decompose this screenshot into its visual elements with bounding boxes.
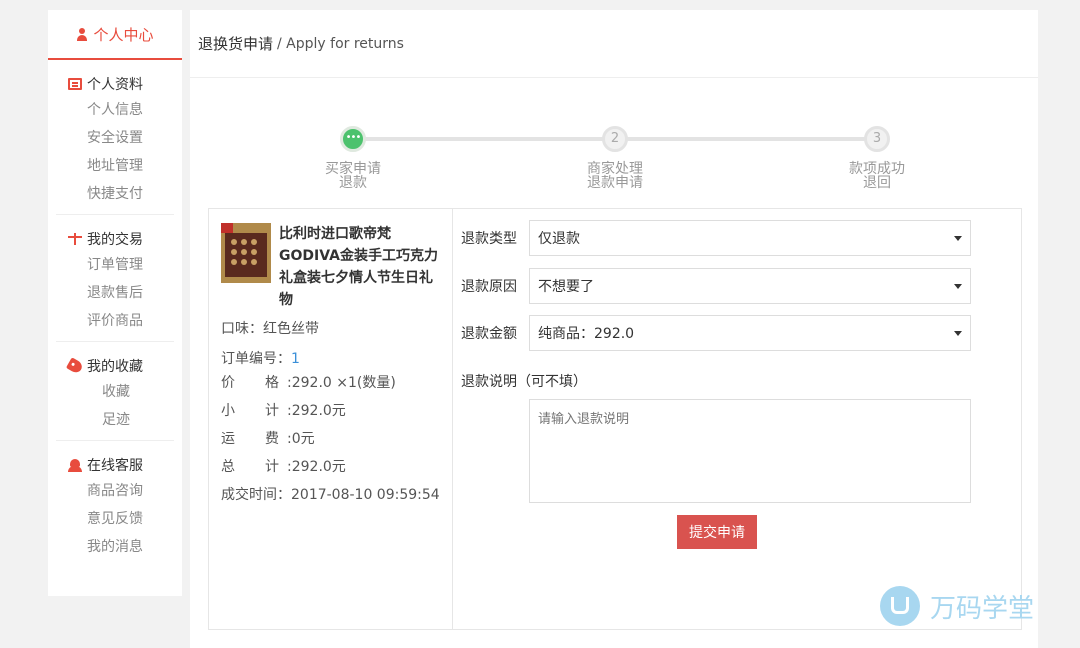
refund-amount-select[interactable]: 纯商品：292.0 bbox=[529, 315, 971, 351]
chevron-down-icon bbox=[954, 330, 962, 336]
kv-key: 格 bbox=[265, 375, 279, 391]
step-connector bbox=[615, 137, 877, 141]
sidebar-group-label: 我的收藏 bbox=[87, 359, 143, 375]
sidebar-group-favorites: 我的收藏 收藏 足迹 bbox=[56, 342, 174, 441]
chevron-down-icon bbox=[954, 283, 962, 289]
shipping-row: 运 费 :0元 bbox=[221, 425, 452, 453]
kv-value: :292.0元 bbox=[287, 459, 346, 475]
product-thumbnail[interactable] bbox=[221, 223, 271, 283]
refund-panel: 比利时进口歌帝梵GODIVA金装手工巧克力礼盒装七夕情人节生日礼物 口味：红色丝… bbox=[208, 208, 1022, 630]
sidebar-group-label: 在线客服 bbox=[87, 458, 143, 474]
order-summary: 比利时进口歌帝梵GODIVA金装手工巧克力礼盒装七夕情人节生日礼物 口味：红色丝… bbox=[209, 209, 453, 629]
sidebar-group-label: 个人资料 bbox=[87, 77, 143, 93]
sidebar-group-title[interactable]: 在线客服 bbox=[56, 453, 174, 477]
sidebar-group-trade: 我的交易 订单管理 退款售后 评价商品 bbox=[56, 215, 174, 342]
kv-value: :0元 bbox=[287, 431, 315, 447]
product-flavor: 口味：红色丝带 bbox=[221, 321, 319, 337]
refund-type-label: 退款类型 bbox=[461, 231, 517, 247]
watermark-logo-icon bbox=[880, 586, 920, 626]
sidebar-group-service: 在线客服 商品咨询 意见反馈 我的消息 bbox=[56, 441, 174, 567]
watermark: 万码学堂 bbox=[880, 586, 1034, 626]
watermark-text: 万码学堂 bbox=[930, 593, 1035, 624]
page-title: 退换货申请 / Apply for returns bbox=[190, 10, 1038, 78]
refund-type-select[interactable]: 仅退款 bbox=[529, 220, 971, 256]
sidebar-group-label: 我的交易 bbox=[87, 232, 143, 248]
refund-amount-label: 退款金额 bbox=[461, 326, 517, 342]
step-label-1: 买家申请 退款 bbox=[308, 162, 398, 190]
sidebar-group-title[interactable]: 个人资料 bbox=[56, 72, 174, 96]
sidebar-item-feedback[interactable]: 意见反馈 bbox=[56, 505, 174, 533]
refund-note-label: 退款说明（可不填） bbox=[461, 374, 587, 390]
refund-note-textarea[interactable] bbox=[529, 399, 971, 503]
kv-value: :292.0 ×1(数量) bbox=[287, 375, 396, 391]
sidebar-item-personal-info[interactable]: 个人信息 bbox=[56, 96, 174, 124]
sidebar-item-orders[interactable]: 订单管理 bbox=[56, 251, 174, 279]
progress-steps: ••• 2 3 买家申请 退款 商家处理 退款申请 款项成功 退回 bbox=[190, 122, 1038, 202]
refund-reason-label: 退款原因 bbox=[461, 279, 517, 295]
kv-key: 总 bbox=[221, 459, 235, 475]
step-label-2: 商家处理 退款申请 bbox=[570, 162, 660, 190]
step-label-3: 款项成功 退回 bbox=[832, 162, 922, 190]
refund-reason-value: 不想要了 bbox=[538, 279, 594, 295]
main-content: 退换货申请 / Apply for returns ••• 2 3 买家申请 退… bbox=[190, 10, 1038, 648]
refund-reason-select[interactable]: 不想要了 bbox=[529, 268, 971, 304]
sidebar-item-messages[interactable]: 我的消息 bbox=[56, 533, 174, 561]
step-label-line: 退款 bbox=[339, 175, 367, 191]
sidebar-item-address[interactable]: 地址管理 bbox=[56, 152, 174, 180]
order-number-value[interactable]: 1 bbox=[291, 351, 300, 367]
sidebar-header-label: 个人中心 bbox=[93, 25, 154, 44]
page-subtitle: / Apply for returns bbox=[277, 35, 404, 52]
kv-key: 小 bbox=[221, 403, 235, 419]
sidebar-group-title[interactable]: 我的收藏 bbox=[56, 354, 174, 378]
step-connector bbox=[353, 137, 615, 141]
id-card-icon bbox=[68, 78, 82, 90]
kv-key: 运 bbox=[221, 431, 235, 447]
order-number-label: 订单编号： bbox=[221, 351, 291, 367]
step-marker-1: ••• bbox=[340, 126, 366, 152]
sidebar-item-reviews[interactable]: 评价商品 bbox=[56, 307, 174, 335]
total-row: 总 计 :292.0元 bbox=[221, 453, 452, 481]
step-marker-3: 3 bbox=[864, 126, 890, 152]
refund-amount-value: 纯商品：292.0 bbox=[538, 326, 635, 342]
step-label-line: 退款申请 bbox=[587, 175, 643, 191]
sidebar-header[interactable]: 个人中心 bbox=[48, 10, 182, 60]
kv-key: 计 bbox=[265, 459, 279, 475]
product-info: 比利时进口歌帝梵GODIVA金装手工巧克力礼盒装七夕情人节生日礼物 bbox=[221, 223, 452, 311]
sidebar-group-title[interactable]: 我的交易 bbox=[56, 227, 174, 251]
kv-key: 费 bbox=[265, 431, 279, 447]
step-label-line: 退回 bbox=[863, 175, 891, 191]
refund-reason-row: 退款原因 不想要了 bbox=[461, 267, 971, 305]
chevron-down-icon bbox=[954, 235, 962, 241]
sidebar-item-history[interactable]: 足迹 bbox=[56, 406, 174, 434]
step-label-line: 款项成功 bbox=[849, 161, 905, 177]
sidebar-item-security[interactable]: 安全设置 bbox=[56, 124, 174, 152]
sidebar-item-quick-pay[interactable]: 快捷支付 bbox=[56, 180, 174, 208]
page-title-text: 退换货申请 bbox=[198, 35, 274, 53]
kv-key: 价 bbox=[221, 375, 235, 391]
customer-service-icon bbox=[68, 459, 82, 472]
product-name[interactable]: 比利时进口歌帝梵GODIVA金装手工巧克力礼盒装七夕情人节生日礼物 bbox=[279, 223, 443, 311]
sidebar-item-refunds[interactable]: 退款售后 bbox=[56, 279, 174, 307]
tag-icon bbox=[65, 357, 85, 375]
scale-icon bbox=[68, 233, 82, 245]
refund-amount-row: 退款金额 纯商品：292.0 bbox=[461, 314, 971, 352]
person-icon bbox=[76, 27, 88, 41]
step-label-line: 商家处理 bbox=[587, 161, 643, 177]
subtotal-row: 小 计 :292.0元 bbox=[221, 397, 452, 425]
refund-type-row: 退款类型 仅退款 bbox=[461, 219, 971, 257]
kv-key: 计 bbox=[265, 403, 279, 419]
sidebar: 个人中心 个人资料 个人信息 安全设置 地址管理 快捷支付 我的交易 订单管理 … bbox=[48, 10, 182, 596]
sidebar-item-favorites[interactable]: 收藏 bbox=[56, 378, 174, 406]
step-marker-2: 2 bbox=[602, 126, 628, 152]
order-number: 订单编号：1 bbox=[221, 349, 452, 369]
deal-time: 成交时间：2017-08-10 09:59:54 bbox=[221, 487, 440, 503]
step-label-line: 买家申请 bbox=[325, 161, 381, 177]
sidebar-item-consult[interactable]: 商品咨询 bbox=[56, 477, 174, 505]
refund-form: 退款类型 仅退款 退款原因 不想要了 退款金额 纯商品：292.0 退款说明（可… bbox=[453, 209, 1021, 629]
price-row: 价 格 :292.0 ×1(数量) bbox=[221, 369, 452, 397]
refund-type-value: 仅退款 bbox=[538, 231, 580, 247]
sidebar-group-profile: 个人资料 个人信息 安全设置 地址管理 快捷支付 bbox=[56, 60, 174, 215]
submit-button[interactable]: 提交申请 bbox=[677, 515, 757, 549]
kv-value: :292.0元 bbox=[287, 403, 346, 419]
